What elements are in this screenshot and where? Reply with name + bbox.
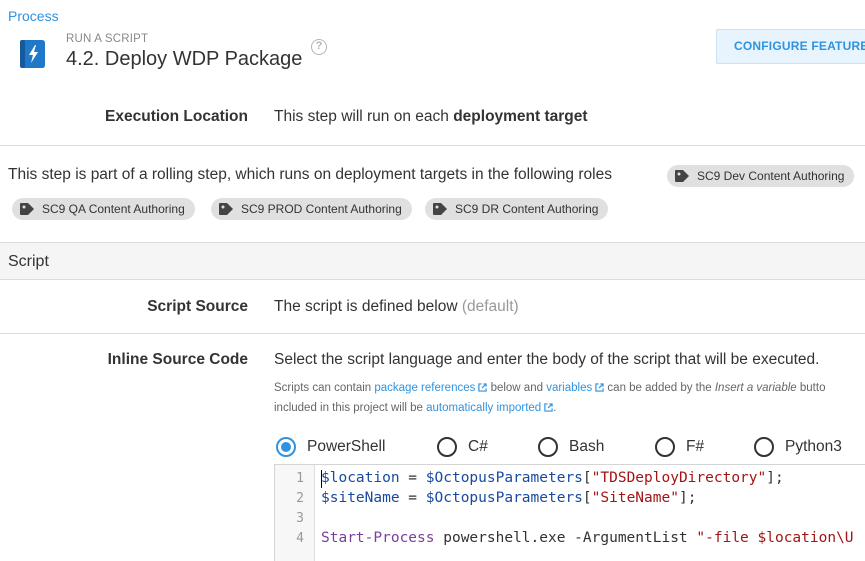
code-line-2: $siteName = $OctopusParameters["SiteName… (321, 490, 696, 506)
rolling-step-text: This step is part of a rolling step, whi… (8, 166, 612, 183)
radio-label: Python3 (785, 438, 842, 455)
script-step-icon (20, 40, 45, 68)
role-chip-label: SC9 QA Content Authoring (42, 202, 185, 216)
role-chip-qa[interactable]: SC9 QA Content Authoring (12, 198, 195, 220)
radio-unchecked-icon (655, 437, 675, 457)
divider (0, 145, 865, 146)
line-number: 3 (296, 511, 304, 526)
execution-location-label: Execution Location (105, 108, 248, 125)
code-editor[interactable]: 1 2 3 4 $location = $OctopusParameters["… (274, 464, 865, 561)
default-note: (default) (461, 298, 519, 315)
role-chip-label: SC9 PROD Content Authoring (241, 202, 402, 216)
code-token: = (399, 470, 426, 486)
inline-source-description: Select the script language and enter the… (274, 351, 820, 368)
external-link-icon (595, 383, 604, 392)
script-source-value: The script is defined below (default) (274, 298, 519, 316)
script-section-header: Script (0, 242, 865, 280)
code-token: = (399, 490, 426, 506)
breadcrumb-process-link[interactable]: Process (8, 8, 59, 24)
section-title: Script (8, 253, 49, 270)
tag-icon (20, 203, 34, 215)
radio-label: F# (686, 438, 705, 455)
role-chip-prod[interactable]: SC9 PROD Content Authoring (211, 198, 412, 220)
code-token: $siteName (321, 490, 400, 506)
code-token: ]; (678, 490, 697, 506)
step-type-label: RUN A SCRIPT (66, 33, 149, 45)
line-number: 2 (296, 491, 304, 506)
code-token: ]; (766, 470, 784, 486)
line-number: 4 (296, 531, 304, 546)
variables-link[interactable]: variables (546, 382, 592, 394)
tag-icon (433, 203, 447, 215)
radio-checked-icon (276, 437, 296, 457)
role-chip-label: SC9 Dev Content Authoring (697, 169, 845, 183)
package-references-link[interactable]: package references (374, 382, 475, 394)
script-source-text: The script is defined below (274, 298, 458, 315)
code-token: $OctopusParameters (425, 490, 583, 506)
code-token: Start-Process (321, 530, 435, 546)
inline-source-label: Inline Source Code (107, 351, 248, 368)
help-text: . (553, 402, 557, 414)
tag-icon (219, 203, 233, 215)
role-chip-dr[interactable]: SC9 DR Content Authoring (425, 198, 609, 220)
code-token: [ (582, 470, 592, 486)
text-cursor (321, 470, 322, 488)
radio-label: C# (468, 438, 488, 455)
page-title: 4.2. Deploy WDP Package (66, 48, 303, 70)
help-text-line-2: included in this project will be automat… (274, 402, 556, 414)
code-token: powershell.exe -ArgumentList (434, 530, 697, 546)
divider (0, 333, 865, 334)
external-link-icon (544, 403, 553, 412)
radio-unchecked-icon (437, 437, 457, 457)
line-number-gutter: 1 2 3 4 (275, 465, 315, 561)
code-line-1: $location = $OctopusParameters["TDSDeplo… (321, 470, 784, 486)
code-token: $location (321, 470, 400, 486)
code-token: [ (582, 490, 592, 506)
code-line-4: Start-Process powershell.exe -ArgumentLi… (321, 530, 854, 546)
help-text: butto (796, 382, 826, 394)
role-chip-dev[interactable]: SC9 Dev Content Authoring (667, 165, 855, 187)
code-token: "-file $location\U (696, 530, 854, 546)
line-number: 1 (296, 471, 304, 486)
script-source-label: Script Source (147, 298, 248, 315)
code-token: "SiteName" (591, 490, 679, 506)
execution-location-prefix: This step will run on each (274, 108, 454, 125)
role-chip-label: SC9 DR Content Authoring (455, 202, 599, 216)
execution-location-target: deployment target (453, 108, 588, 125)
help-text: Scripts can contain (274, 382, 375, 394)
code-token: "TDSDeployDirectory" (591, 470, 767, 486)
help-text: can be added by the (604, 382, 715, 394)
radio-label: Bash (569, 438, 605, 455)
tag-icon (675, 170, 689, 182)
radio-label: PowerShell (307, 438, 386, 455)
help-text-line-1: Scripts can contain package references b… (274, 382, 825, 394)
help-text: below and (487, 382, 547, 394)
help-icon[interactable]: ? (311, 39, 327, 55)
radio-unchecked-icon (538, 437, 558, 457)
radio-unchecked-icon (754, 437, 774, 457)
automatically-imported-link[interactable]: automatically imported (426, 402, 541, 414)
insert-variable-text: Insert a variable (714, 382, 797, 394)
configure-features-button[interactable]: CONFIGURE FEATURES (716, 29, 865, 64)
code-token: $OctopusParameters (425, 470, 583, 486)
help-text: included in this project will be (274, 402, 427, 414)
execution-location-value: This step will run on each deployment ta… (274, 108, 588, 126)
